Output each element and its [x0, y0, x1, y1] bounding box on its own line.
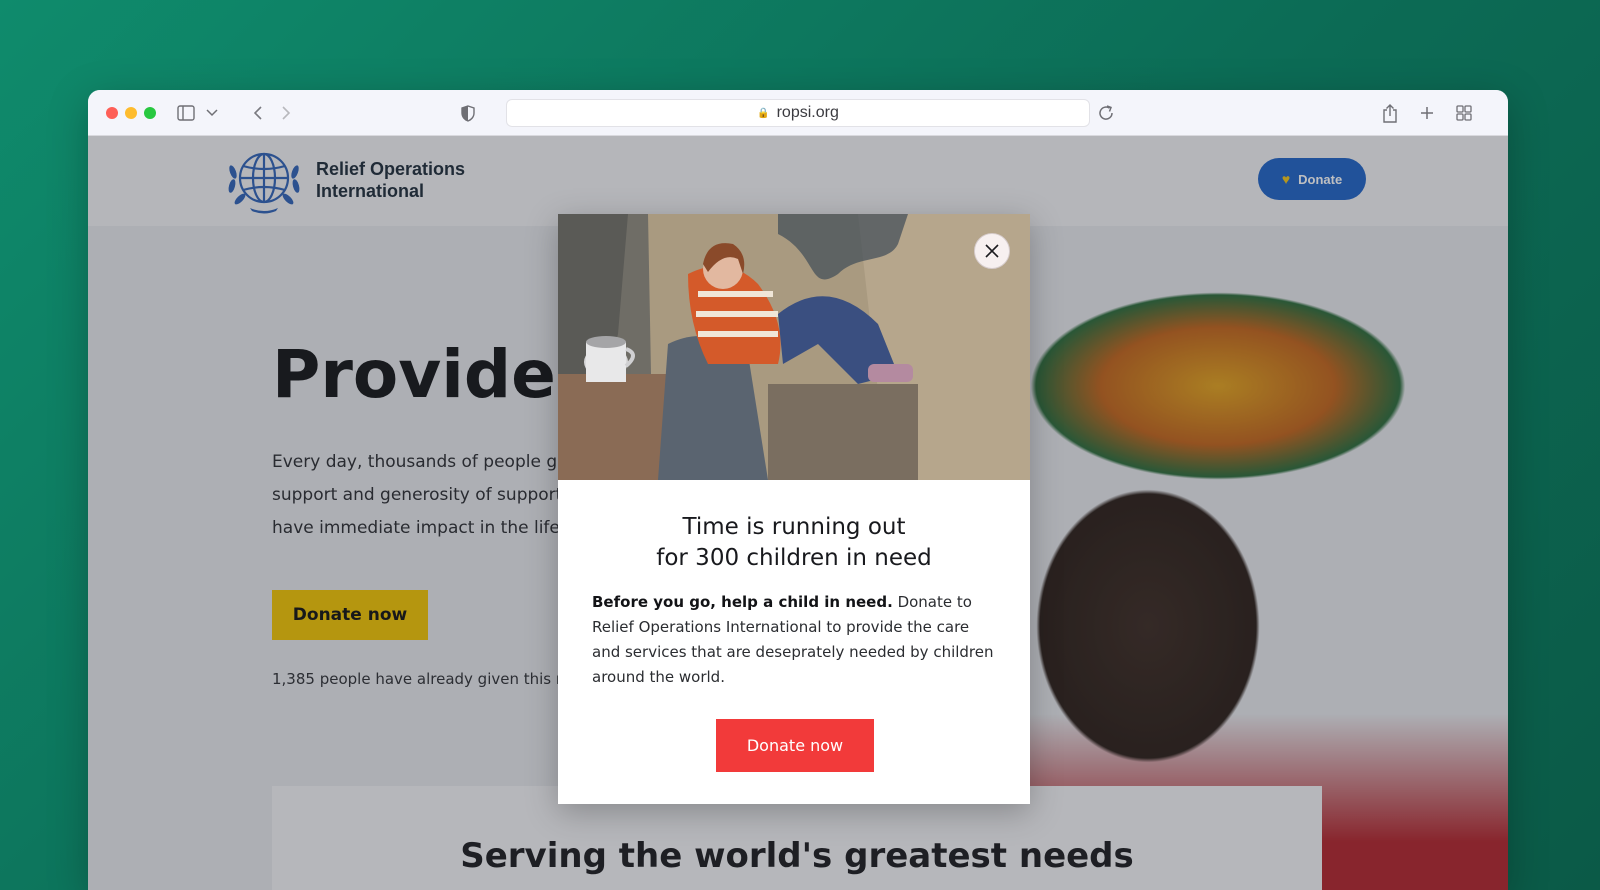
- shield-icon[interactable]: [458, 103, 478, 123]
- modal-title-line2: for 300 children in need: [656, 545, 932, 571]
- window-controls: [106, 107, 156, 119]
- browser-window: 🔒 ropsi.org Relief Operations Internatio…: [88, 90, 1508, 890]
- back-icon[interactable]: [248, 103, 268, 123]
- share-icon[interactable]: [1380, 103, 1400, 123]
- sidebar-icon[interactable]: [176, 103, 196, 123]
- lock-icon: 🔒: [757, 107, 770, 119]
- close-modal-button[interactable]: [974, 233, 1010, 269]
- donation-modal: Time is running out for 300 children in …: [558, 214, 1030, 804]
- chevron-down-icon[interactable]: [202, 103, 222, 123]
- minimize-window-button[interactable]: [125, 107, 137, 119]
- plus-icon[interactable]: [1417, 103, 1437, 123]
- maximize-window-button[interactable]: [144, 107, 156, 119]
- close-icon: [985, 244, 999, 258]
- close-window-button[interactable]: [106, 107, 118, 119]
- modal-photo: [558, 214, 1030, 480]
- browser-toolbar: 🔒 ropsi.org: [88, 90, 1508, 136]
- modal-donate-button[interactable]: Donate now: [716, 719, 874, 772]
- modal-title: Time is running out for 300 children in …: [558, 512, 1030, 574]
- modal-title-line1: Time is running out: [682, 514, 906, 540]
- forward-icon[interactable]: [276, 103, 296, 123]
- modal-body-bold: Before you go, help a child in need.: [592, 593, 893, 611]
- url-text: ropsi.org: [776, 104, 839, 121]
- address-bar[interactable]: 🔒 ropsi.org: [506, 99, 1090, 127]
- reload-icon[interactable]: [1096, 103, 1116, 123]
- page-viewport: Relief Operations International ♥ Donate…: [88, 136, 1508, 890]
- modal-body: Before you go, help a child in need. Don…: [592, 590, 998, 690]
- tabs-grid-icon[interactable]: [1454, 103, 1474, 123]
